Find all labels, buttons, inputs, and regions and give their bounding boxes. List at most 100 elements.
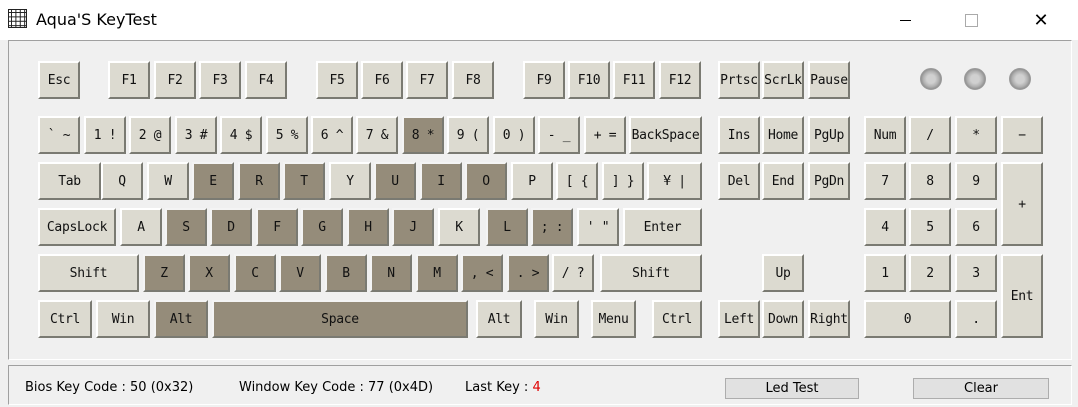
key-np0[interactable]: 0 [864,300,951,338]
key-d9[interactable]: 9 ( [447,116,489,154]
led-test-button[interactable]: Led Test [725,378,859,399]
key-f10[interactable]: F10 [568,61,610,99]
key-np7[interactable]: 7 [864,162,906,200]
key-f7[interactable]: F7 [406,61,448,99]
close-button[interactable]: ✕ [1018,0,1064,40]
key-rbracket[interactable]: ] } [602,162,644,200]
key-o[interactable]: O [465,162,507,200]
key-f8[interactable]: F8 [452,61,494,99]
key-lshift[interactable]: Shift [38,254,139,292]
key-yen[interactable]: ¥ | [647,162,702,200]
key-period[interactable]: . > [507,254,549,292]
key-tab[interactable]: Tab [38,162,101,200]
key-home[interactable]: Home [762,116,804,154]
key-capslock[interactable]: CapsLock [38,208,116,246]
key-f2[interactable]: F2 [154,61,196,99]
key-np-dot[interactable]: . [955,300,997,338]
key-d8[interactable]: 8 * [402,116,444,154]
key-rshift[interactable]: Shift [600,254,702,292]
clear-button[interactable]: Clear [913,378,1049,399]
key-np4[interactable]: 4 [864,208,906,246]
key-lctrl[interactable]: Ctrl [38,300,92,338]
key-f12[interactable]: F12 [659,61,701,99]
key-d7[interactable]: 7 & [356,116,398,154]
key-x[interactable]: X [188,254,230,292]
key-f6[interactable]: F6 [361,61,403,99]
key-ralt[interactable]: Alt [476,300,522,338]
key-np-div[interactable]: / [909,116,951,154]
key-r[interactable]: R [238,162,280,200]
key-scrlk[interactable]: ScrLk [762,61,804,99]
key-enter[interactable]: Enter [623,208,702,246]
key-del[interactable]: Del [718,162,760,200]
key-a[interactable]: A [120,208,162,246]
key-np1[interactable]: 1 [864,254,906,292]
key-f9[interactable]: F9 [523,61,565,99]
key-backtick[interactable]: ` ~ [38,116,80,154]
key-g[interactable]: G [301,208,343,246]
key-pgdn[interactable]: PgDn [808,162,850,200]
key-comma[interactable]: , < [461,254,503,292]
key-k[interactable]: K [438,208,480,246]
key-lbracket[interactable]: [ { [556,162,598,200]
key-n[interactable]: N [370,254,412,292]
key-ins[interactable]: Ins [718,116,760,154]
key-backspace[interactable]: BackSpace [629,116,702,154]
key-end[interactable]: End [762,162,804,200]
key-i[interactable]: I [420,162,462,200]
key-semicolon[interactable]: ; : [531,208,573,246]
minimize-button[interactable] [882,0,928,40]
key-h[interactable]: H [347,208,389,246]
key-d4[interactable]: 4 $ [220,116,262,154]
key-pause[interactable]: Pause [808,61,850,99]
maximize-button[interactable] [948,0,994,40]
key-p[interactable]: P [511,162,553,200]
key-w[interactable]: W [147,162,189,200]
key-space[interactable]: Space [212,300,468,338]
key-np5[interactable]: 5 [909,208,951,246]
key-j[interactable]: J [392,208,434,246]
key-np-add[interactable]: + [1001,162,1043,246]
key-f5[interactable]: F5 [316,61,358,99]
key-left[interactable]: Left [718,300,760,338]
key-b[interactable]: B [325,254,367,292]
key-f[interactable]: F [256,208,298,246]
key-d3[interactable]: 3 # [175,116,217,154]
key-up[interactable]: Up [762,254,804,292]
key-rwin[interactable]: Win [534,300,579,338]
key-d5[interactable]: 5 % [266,116,308,154]
key-y[interactable]: Y [329,162,371,200]
key-u[interactable]: U [374,162,416,200]
key-m[interactable]: M [416,254,458,292]
key-quote[interactable]: ' " [577,208,619,246]
key-np-sub[interactable]: − [1001,116,1043,154]
key-f3[interactable]: F3 [199,61,241,99]
key-np3[interactable]: 3 [955,254,997,292]
key-pgup[interactable]: PgUp [808,116,850,154]
key-esc[interactable]: Esc [38,61,80,99]
key-np9[interactable]: 9 [955,162,997,200]
key-d6[interactable]: 6 ^ [311,116,353,154]
key-e[interactable]: E [192,162,234,200]
key-rctrl[interactable]: Ctrl [652,300,702,338]
key-lwin[interactable]: Win [96,300,150,338]
key-equals[interactable]: + = [584,116,626,154]
key-np6[interactable]: 6 [955,208,997,246]
key-right[interactable]: Right [808,300,850,338]
key-l[interactable]: L [486,208,528,246]
key-t[interactable]: T [283,162,325,200]
key-np-mul[interactable]: * [955,116,997,154]
key-menu[interactable]: Menu [591,300,636,338]
key-np-enter[interactable]: Ent [1001,254,1043,338]
key-np8[interactable]: 8 [909,162,951,200]
key-z[interactable]: Z [143,254,185,292]
key-f1[interactable]: F1 [108,61,150,99]
key-d[interactable]: D [210,208,252,246]
key-down[interactable]: Down [762,300,804,338]
key-q[interactable]: Q [101,162,143,200]
key-d0[interactable]: 0 ) [493,116,535,154]
key-slash[interactable]: / ? [552,254,594,292]
key-f4[interactable]: F4 [245,61,287,99]
key-c[interactable]: C [234,254,276,292]
key-d2[interactable]: 2 @ [129,116,171,154]
